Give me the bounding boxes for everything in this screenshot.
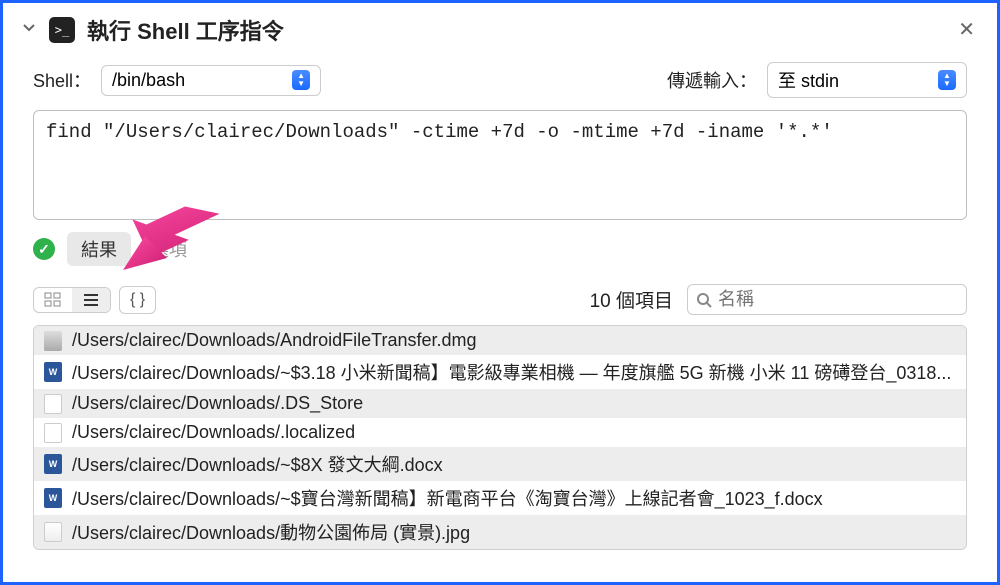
- variables-button[interactable]: { }: [119, 286, 156, 314]
- close-button[interactable]: ✕: [954, 13, 979, 46]
- blank-file-icon: [44, 423, 62, 443]
- jpg-file-icon: [44, 522, 62, 542]
- command-textarea[interactable]: find "/Users/clairec/Downloads" -ctime +…: [33, 110, 967, 220]
- pass-input-select[interactable]: 至 stdin ▲▼: [767, 62, 967, 98]
- list-item[interactable]: /Users/clairec/Downloads/AndroidFileTran…: [34, 326, 966, 355]
- shell-select-value: /bin/bash: [112, 70, 185, 91]
- docx-file-icon: W: [44, 488, 62, 508]
- tab-options[interactable]: 選項: [137, 232, 201, 266]
- updown-arrows-icon: ▲▼: [938, 70, 956, 90]
- dmg-file-icon: [44, 331, 62, 351]
- results-list: /Users/clairec/Downloads/AndroidFileTran…: [33, 325, 967, 550]
- terminal-icon: >_: [49, 17, 75, 43]
- docx-file-icon: W: [44, 454, 62, 474]
- search-field[interactable]: [687, 284, 967, 315]
- pass-input-value: 至 stdin: [778, 67, 839, 93]
- search-input[interactable]: [718, 289, 958, 310]
- list-item[interactable]: /Users/clairec/Downloads/.localized: [34, 418, 966, 447]
- blank-file-icon: [44, 394, 62, 414]
- shell-label: Shell：: [33, 67, 91, 93]
- panel-title: 執行 Shell 工序指令: [87, 14, 954, 46]
- file-path-label: /Users/clairec/Downloads/.DS_Store: [72, 393, 363, 414]
- file-path-label: /Users/clairec/Downloads/~$寶台灣新聞稿】新電商平台《…: [72, 485, 823, 511]
- file-path-label: /Users/clairec/Downloads/~$8X 發文大綱.docx: [72, 451, 443, 477]
- file-path-label: /Users/clairec/Downloads/~$3.18 小米新聞稿】電影…: [72, 359, 951, 385]
- pass-input-label: 傳遞輸入：: [667, 67, 757, 93]
- success-check-icon: ✓: [33, 238, 55, 260]
- updown-arrows-icon: ▲▼: [292, 70, 310, 90]
- item-count-label: 10 個項目: [590, 286, 673, 313]
- list-item[interactable]: W/Users/clairec/Downloads/~$8X 發文大綱.docx: [34, 447, 966, 481]
- grid-view-button[interactable]: [34, 288, 72, 312]
- list-item[interactable]: /Users/clairec/Downloads/動物公園佈局 (實景).jpg: [34, 515, 966, 549]
- file-path-label: /Users/clairec/Downloads/動物公園佈局 (實景).jpg: [72, 519, 470, 545]
- view-mode-group: [33, 287, 111, 313]
- docx-file-icon: W: [44, 362, 62, 382]
- shell-select[interactable]: /bin/bash ▲▼: [101, 65, 321, 96]
- list-item[interactable]: W/Users/clairec/Downloads/~$3.18 小米新聞稿】電…: [34, 355, 966, 389]
- tab-results[interactable]: 結果: [67, 232, 131, 266]
- list-view-button[interactable]: [72, 288, 110, 312]
- list-item[interactable]: W/Users/clairec/Downloads/~$寶台灣新聞稿】新電商平台…: [34, 481, 966, 515]
- file-path-label: /Users/clairec/Downloads/.localized: [72, 422, 355, 443]
- collapse-chevron-icon[interactable]: [21, 18, 37, 41]
- list-item[interactable]: /Users/clairec/Downloads/.DS_Store: [34, 389, 966, 418]
- search-icon: [696, 292, 712, 308]
- command-text: find "/Users/clairec/Downloads" -ctime +…: [46, 121, 833, 143]
- file-path-label: /Users/clairec/Downloads/AndroidFileTran…: [72, 330, 477, 351]
